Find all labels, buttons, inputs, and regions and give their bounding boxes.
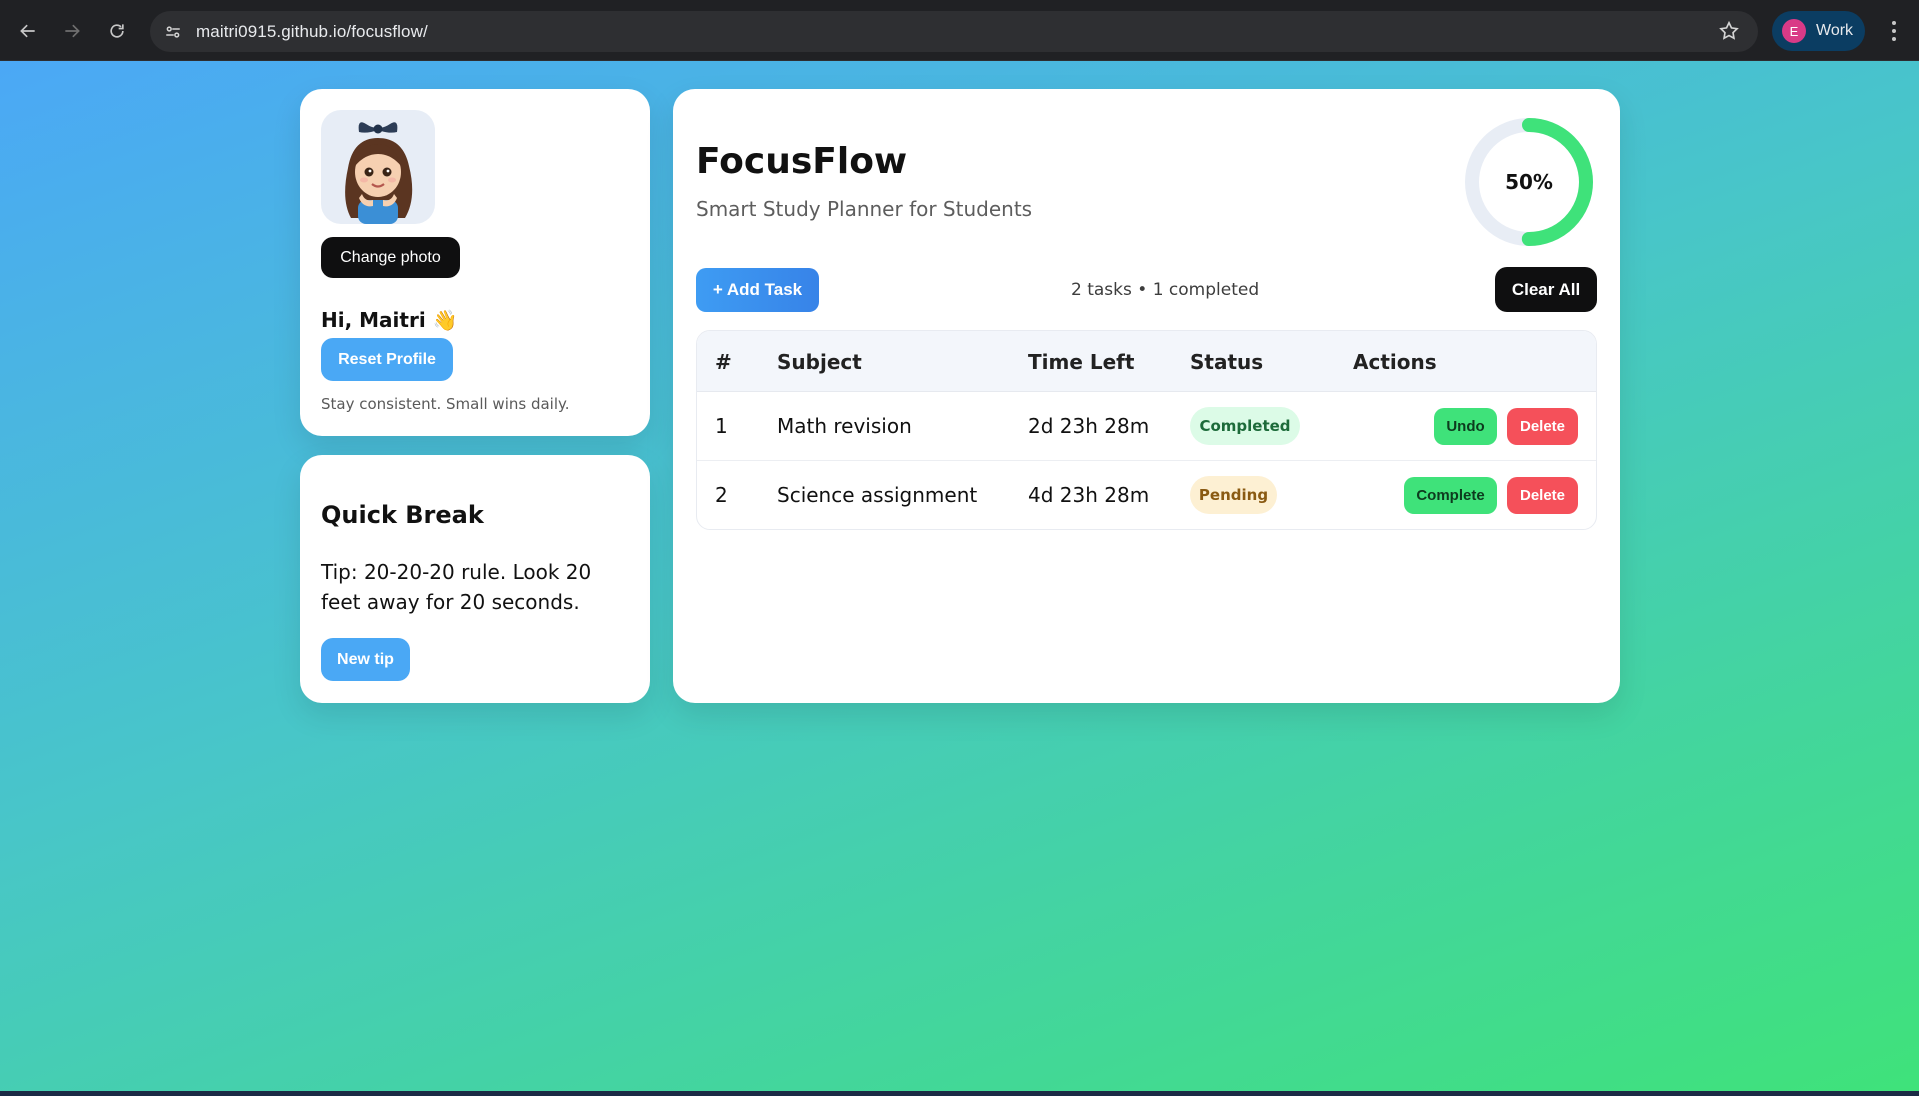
reset-profile-button[interactable]: Reset Profile [321,338,453,381]
change-photo-button[interactable]: Change photo [321,237,460,278]
quick-break-title: Quick Break [321,501,484,529]
quick-break-tip: Tip: 20-20-20 rule. Look 20 feet away fo… [321,560,592,614]
progress-ring: 50% [1461,114,1597,250]
complete-button[interactable]: Complete [1404,477,1497,514]
table-row: 1 Math revision 2d 23h 28m Completed Und… [697,392,1596,461]
task-table: # Subject Time Left Status Actions 1 Mat… [696,330,1597,530]
reload-icon[interactable] [100,14,134,48]
column-header-number: # [715,350,732,374]
task-summary: 2 tasks • 1 completed [1071,280,1260,300]
table-header: # Subject Time Left Status Actions [697,331,1596,392]
delete-button[interactable]: Delete [1507,477,1578,514]
task-number: 2 [715,483,728,507]
profile-avatar: E [1782,19,1806,43]
profile-label: Work [1816,22,1854,39]
greeting-heading: Hi, Maitri 👋 [321,308,458,332]
profile-chip[interactable]: E Work [1772,11,1865,51]
task-subject: Math revision [777,414,912,438]
quick-break-card: Quick Break Tip: 20-20-20 rule. Look 20 … [300,455,650,703]
clear-all-button[interactable]: Clear All [1495,267,1597,312]
forward-arrow-icon[interactable] [55,14,89,48]
task-time-left: 4d 23h 28m [1028,483,1150,507]
column-header-status: Status [1190,350,1264,374]
profile-card: Change photo Hi, Maitri 👋 Reset Profile … [300,89,650,436]
site-settings-icon[interactable] [160,19,186,45]
status-badge: Pending [1190,476,1277,514]
progress-label: 50% [1505,170,1553,194]
column-header-subject: Subject [777,350,862,374]
url-text[interactable]: maitri0915.github.io/focusflow/ [196,22,428,42]
motto-text: Stay consistent. Small wins daily. [321,395,570,413]
avatar [321,110,435,224]
bookmark-star-icon[interactable] [1718,20,1740,46]
task-subject: Science assignment [777,483,978,507]
taskbar-edge [0,1091,1919,1096]
address-bar[interactable]: maitri0915.github.io/focusflow/ [150,11,1758,52]
more-menu-icon[interactable] [1880,16,1908,46]
undo-button[interactable]: Undo [1434,408,1497,445]
add-task-button[interactable]: + Add Task [696,268,819,312]
browser-toolbar: maitri0915.github.io/focusflow/ E Work [0,0,1919,61]
planner-card: FocusFlow Smart Study Planner for Studen… [673,89,1620,703]
back-arrow-icon[interactable] [11,14,45,48]
page-subtitle: Smart Study Planner for Students [696,197,1033,221]
new-tip-button[interactable]: New tip [321,638,410,681]
task-number: 1 [715,414,728,438]
column-header-time-left: Time Left [1028,350,1135,374]
page-title: FocusFlow [696,141,908,182]
column-header-actions: Actions [1353,350,1437,374]
status-badge: Completed [1190,407,1300,445]
task-time-left: 2d 23h 28m [1028,414,1150,438]
delete-button[interactable]: Delete [1507,408,1578,445]
table-row: 2 Science assignment 4d 23h 28m Pending … [697,461,1596,529]
